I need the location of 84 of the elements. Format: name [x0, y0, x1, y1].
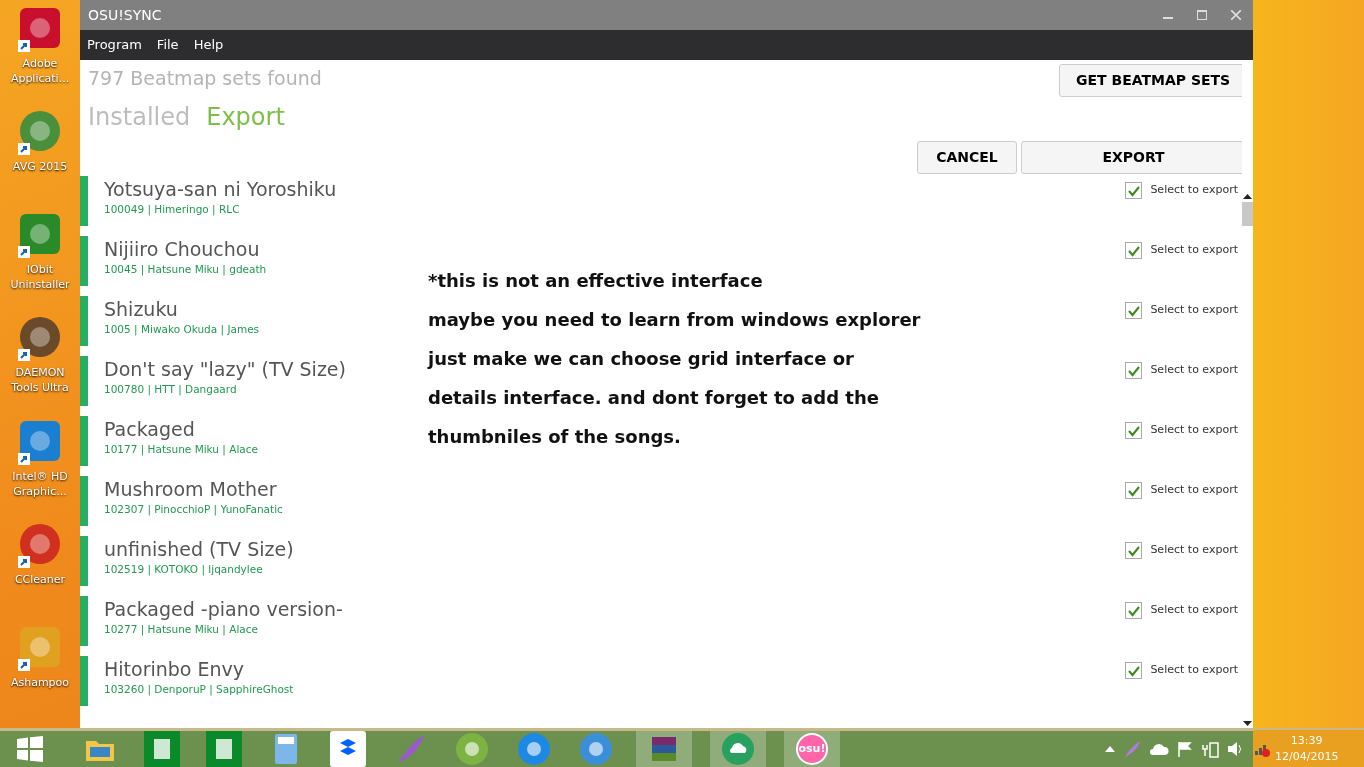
row-marker [80, 596, 88, 646]
beatmap-title: Mushroom Mother [104, 477, 277, 502]
box-icon[interactable] [330, 731, 366, 767]
checkbox[interactable] [1125, 422, 1143, 439]
checkbox[interactable] [1125, 242, 1143, 259]
cancel-button[interactable]: CANCEL [917, 141, 1017, 174]
shortcut-label[interactable]: IObit Uninstaller [2, 262, 78, 293]
show-hidden-icons-icon[interactable] [1105, 745, 1115, 753]
beatmap-info: 10277 | Hatsune Miku | Alace [104, 622, 258, 638]
scrollbar-thumb[interactable] [1242, 202, 1253, 226]
beatmap-title: Packaged -piano version- [104, 597, 343, 622]
menu-item[interactable]: Program [87, 35, 142, 55]
beatmap-info: 102519 | KOTOKO | ljqandylee [104, 562, 263, 578]
app-tile-icon[interactable] [144, 731, 180, 767]
clock-time[interactable]: 13:39 [1275, 733, 1339, 749]
beatmap-info: 100780 | HTT | Dangaard [104, 382, 237, 398]
shortcut-label[interactable]: Adobe Applicati... [2, 56, 78, 86]
checkbox-label: Select to export [1150, 662, 1238, 679]
shortcut-label[interactable]: DAEMON Tools Ultra [2, 365, 78, 396]
shortcut-label[interactable]: CCleaner [2, 571, 78, 587]
row-marker [80, 476, 88, 526]
checkbox[interactable] [1125, 182, 1143, 199]
row-marker [80, 296, 88, 346]
beatmap-title: Packaged [104, 417, 195, 442]
annotation-text: maybe you need to learn from windows explorer [428, 308, 921, 332]
windows-logo-icon[interactable] [17, 736, 43, 762]
checkbox[interactable] [1125, 362, 1143, 379]
shortcut-label[interactable]: Ashampoo [2, 674, 78, 690]
close-icon[interactable] [1231, 10, 1241, 20]
shortcut-label[interactable]: Intel® HD Graphic... [2, 468, 78, 499]
checkbox-label: Select to export [1150, 242, 1238, 259]
checkbox-label: Select to export [1150, 362, 1238, 379]
cloud-icon[interactable] [720, 731, 756, 767]
osu-app-button[interactable]: osu! [796, 733, 828, 765]
menu-item[interactable]: File [156, 35, 179, 55]
menu-item[interactable]: Help [193, 35, 224, 55]
cloud-icon[interactable] [1149, 742, 1169, 756]
beatmap-info: 102307 | PinocchioP | YunoFanatic [104, 502, 283, 518]
checkbox[interactable] [1125, 542, 1143, 559]
beatmap-title: unfinished (TV Size) [104, 537, 294, 562]
count-text: 797 Beatmap sets found [88, 66, 322, 91]
beatmap-info: 1005 | Miwako Okuda | James [104, 322, 260, 338]
tab[interactable]: Export [206, 99, 285, 135]
beatmap-title: Yotsuya-san ni Yoroshiku [104, 177, 337, 202]
checkbox[interactable] [1125, 302, 1143, 319]
app-tile-icon[interactable] [206, 731, 242, 767]
annotation-text: thumbniles of the songs. [428, 425, 682, 449]
checkbox-label: Select to export [1150, 542, 1238, 559]
get-beatmap-sets-button[interactable]: GET BEATMAP SETS [1059, 64, 1244, 97]
annotation-text: details interface. and dont forget to add the [428, 386, 880, 410]
row-marker [80, 236, 88, 286]
app-icon[interactable] [578, 731, 614, 767]
checkbox-label: Select to export [1150, 302, 1238, 319]
battery-icon[interactable] [1201, 740, 1219, 758]
window-title: OSU!SYNC [88, 5, 163, 25]
checkbox-label: Select to export [1150, 182, 1238, 199]
flag-icon[interactable] [1177, 741, 1193, 757]
beatmap-info: 103260 | DenporuP | SapphireGhost [104, 682, 294, 698]
beatmap-title: Shizuku [104, 297, 178, 322]
shortcut-label[interactable]: AVG 2015 [2, 159, 78, 175]
row-marker [80, 356, 88, 406]
checkbox[interactable] [1125, 602, 1143, 619]
checkbox-label: Select to export [1150, 422, 1238, 439]
row-marker [80, 176, 88, 226]
checkbox-label: Select to export [1150, 602, 1238, 619]
beatmap-title: Hitorinbo Envy [104, 657, 245, 682]
checkbox-label: Select to export [1150, 482, 1238, 499]
checkbox[interactable] [1125, 482, 1143, 499]
beatmap-info: 10045 | Hatsune Miku | gdeath [104, 262, 267, 278]
annotation-text: just make we can choose grid interface or [428, 347, 855, 371]
clock-date[interactable]: 12/04/2015 [1275, 749, 1339, 765]
beatmap-title: Nijiiro Chouchou [104, 237, 260, 262]
beatmap-info: 10177 | Hatsune Miku | Alace [104, 442, 258, 458]
maximize-icon[interactable] [1197, 10, 1207, 20]
beatmap-title: Don't say "lazy" (TV Size) [104, 357, 346, 382]
tab[interactable]: Installed [88, 99, 191, 135]
row-marker [80, 656, 88, 706]
beatmap-info: 100049 | Himeringo | RLC [104, 202, 240, 218]
row-marker [80, 536, 88, 586]
app-icon[interactable] [454, 731, 490, 767]
row-marker [80, 416, 88, 466]
annotation-text: *this is not an effective interface [428, 269, 764, 293]
checkbox[interactable] [1125, 662, 1143, 679]
app-icon[interactable] [516, 731, 552, 767]
